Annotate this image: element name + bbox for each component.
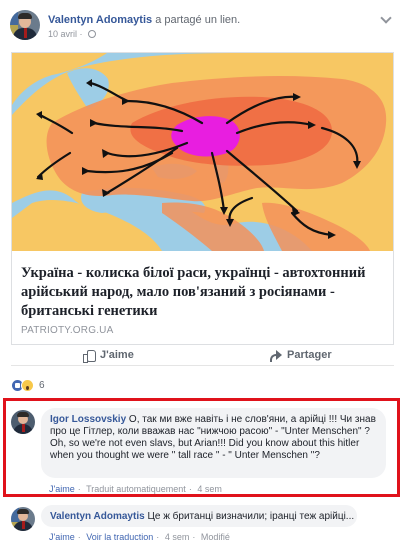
post-actions-bar: J'aime Partager xyxy=(11,344,394,366)
comment-time[interactable]: 4 sem xyxy=(165,532,190,542)
reaction-count: 6 xyxy=(39,379,45,391)
post-action-text: a partagé un lien. xyxy=(155,14,241,26)
comment-author[interactable]: Igor Lossovskiy xyxy=(50,414,126,425)
commenter-avatar[interactable] xyxy=(11,410,35,434)
comment-bubble: Igor Lossovskiy О, так ми вже навіть і н… xyxy=(41,408,386,478)
comment-translation-note: Traduit automatiquement xyxy=(86,484,186,494)
edited-label: Modifié xyxy=(200,532,230,542)
comment-text: Це ж британці визначили; іранці теж арій… xyxy=(147,511,355,522)
share-arrow-icon xyxy=(269,349,282,362)
commenter-avatar[interactable] xyxy=(11,507,35,531)
share-label: Partager xyxy=(287,349,332,361)
meta-separator: · xyxy=(79,29,83,39)
like-label: J'aime xyxy=(100,349,134,361)
see-translation-link[interactable]: Voir la traduction xyxy=(86,532,153,542)
post-meta: 10 avril · xyxy=(48,29,97,39)
author-name[interactable]: Valentyn Adomaytis xyxy=(48,14,152,26)
comment-time[interactable]: 4 sem xyxy=(197,484,222,494)
thumbs-up-icon xyxy=(83,349,96,363)
comment-like-link[interactable]: J'aime xyxy=(49,532,75,542)
link-title[interactable]: Україна - колиска білої раси, українці -… xyxy=(21,264,386,321)
globe-icon xyxy=(88,30,97,38)
facebook-post-card: Valentyn Adomaytis a partagé un lien. 10… xyxy=(0,0,404,550)
migration-map-image xyxy=(12,53,393,251)
like-button[interactable]: J'aime xyxy=(83,346,134,364)
comment: Valentyn Adomaytis Це ж британці визначи… xyxy=(11,505,396,545)
share-button[interactable]: Partager xyxy=(269,346,332,364)
post-date[interactable]: 10 avril xyxy=(48,29,77,39)
comment-author[interactable]: Valentyn Adomaytis xyxy=(50,511,145,522)
wow-reaction-icon xyxy=(21,378,34,392)
comment: Igor Lossovskiy О, так ми вже навіть і н… xyxy=(11,408,396,494)
comment-bubble: Valentyn Adomaytis Це ж британці визначи… xyxy=(41,505,357,527)
author-avatar[interactable] xyxy=(10,10,40,40)
author-line: Valentyn Adomaytis a partagé un lien. xyxy=(48,14,240,26)
link-domain: PATRIOTY.ORG.UA xyxy=(21,325,114,336)
comment-actions: J'aime · Traduit automatiquement · 4 sem xyxy=(49,484,222,494)
comment-like-link[interactable]: J'aime xyxy=(49,484,75,494)
reactions-summary[interactable]: 6 xyxy=(11,378,45,392)
link-preview[interactable]: Україна - колиска білої раси, українці -… xyxy=(11,52,394,345)
post-header: Valentyn Adomaytis a partagé un lien. 10… xyxy=(10,8,394,42)
comment-actions: J'aime · Voir la traduction · 4 sem · Modif… xyxy=(49,532,230,542)
chevron-down-icon[interactable] xyxy=(380,12,392,24)
